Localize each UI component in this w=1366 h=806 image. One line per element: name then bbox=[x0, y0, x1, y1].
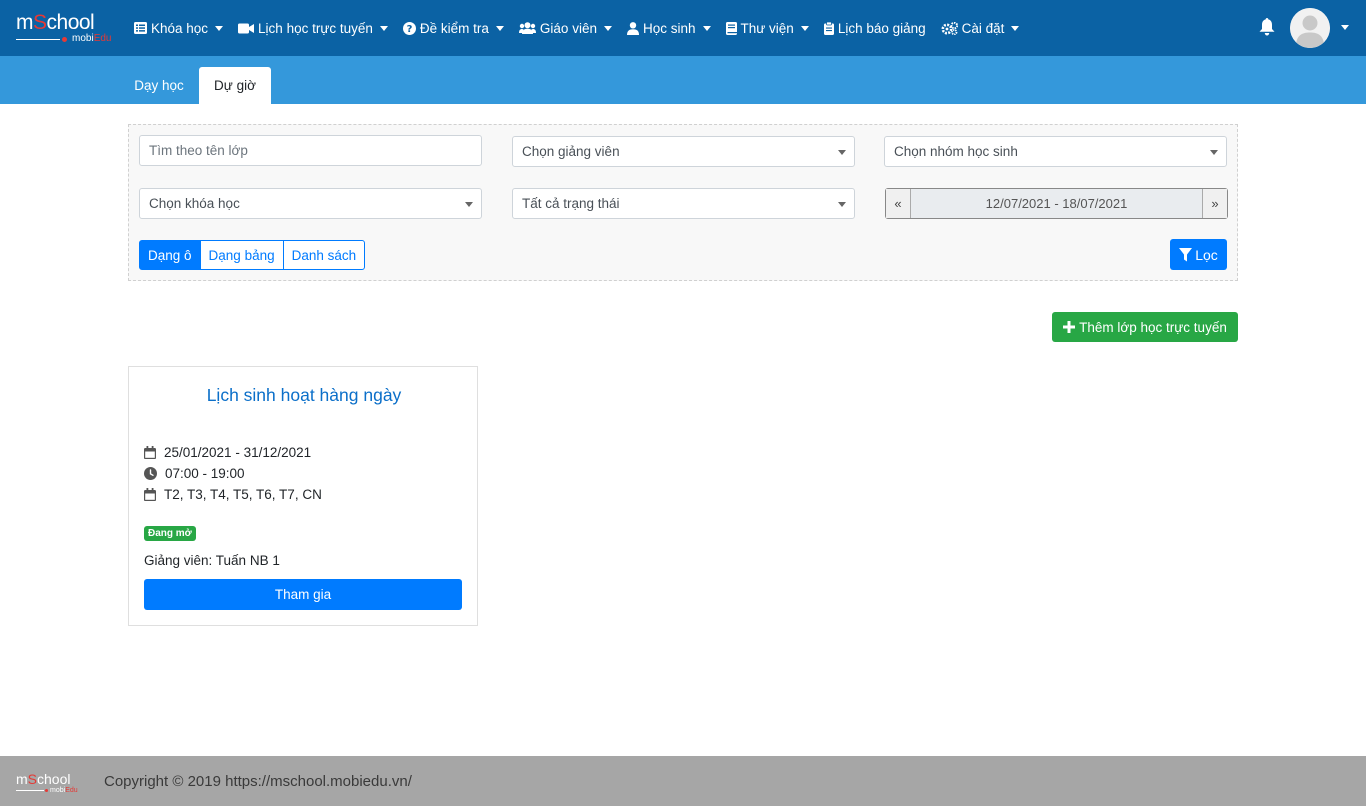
calendar-icon bbox=[144, 446, 156, 459]
chevron-down-icon bbox=[465, 202, 473, 207]
teacher-select[interactable]: Chọn giảng viên bbox=[512, 136, 855, 167]
list-icon bbox=[134, 22, 147, 34]
nav-lich-hoc-label: Lịch học trực tuyến bbox=[258, 20, 373, 36]
cogs-icon bbox=[941, 21, 958, 35]
class-card: Lịch sinh hoạt hàng ngày 25/01/2021 - 31… bbox=[128, 366, 478, 626]
nav-thu-vien[interactable]: Thư viện bbox=[725, 20, 809, 36]
clipboard-icon bbox=[823, 21, 834, 35]
join-button[interactable]: Tham gia bbox=[144, 579, 462, 610]
view-table-button[interactable]: Dạng bảng bbox=[199, 240, 284, 270]
question-circle-icon: ? bbox=[402, 21, 416, 35]
logo-sub-mobi: mobi bbox=[72, 33, 94, 44]
chevron-down-icon bbox=[603, 25, 612, 31]
nav-thu-vien-label: Thư viện bbox=[740, 20, 794, 36]
clock-icon bbox=[144, 467, 157, 480]
nav-cai-dat[interactable]: Cài đặt bbox=[941, 21, 1020, 36]
nav-lich-bao-giang-label: Lịch báo giảng bbox=[837, 20, 926, 36]
copyright-text: Copyright © 2019 https://mschool.mobiedu… bbox=[104, 773, 412, 790]
student-group-select[interactable]: Chọn nhóm học sinh bbox=[884, 136, 1227, 167]
nav-de-kiem-tra[interactable]: ? Đề kiểm tra bbox=[402, 20, 504, 36]
main-nav: Khóa học Lịch học trực tuyến ? Đề kiểm t… bbox=[134, 0, 1034, 56]
status-select[interactable]: Tất cả trạng thái bbox=[512, 188, 855, 219]
course-select[interactable]: Chọn khóa học bbox=[139, 188, 482, 219]
logo-sub-edu: Edu bbox=[93, 33, 112, 44]
chevron-down-icon bbox=[838, 150, 846, 155]
users-icon bbox=[518, 22, 536, 34]
logo-s: S bbox=[33, 11, 47, 34]
user-icon bbox=[626, 21, 639, 35]
date-range-value[interactable]: 12/07/2021 - 18/07/2021 bbox=[911, 189, 1202, 218]
class-date-range: 25/01/2021 - 31/12/2021 bbox=[164, 445, 312, 460]
footer-logo: mSchool mobiEdu bbox=[16, 771, 80, 794]
tab-du-gio[interactable]: Dự giờ bbox=[199, 67, 271, 104]
tab-day-hoc[interactable]: Dạy học bbox=[122, 67, 196, 104]
footer: mSchool mobiEdu Copyright © 2019 https:/… bbox=[0, 756, 1366, 806]
logo-m: m bbox=[16, 11, 34, 34]
filter-panel: Tìm theo tên lớp Chọn giảng viên Chọn nh… bbox=[128, 124, 1238, 281]
class-time-row: 07:00 - 19:00 bbox=[144, 466, 245, 481]
class-teacher: Giảng viên: Tuấn NB 1 bbox=[144, 553, 280, 568]
footer-logo-m: m bbox=[16, 771, 28, 787]
class-time: 07:00 - 19:00 bbox=[165, 466, 245, 481]
date-range-picker: « 12/07/2021 - 18/07/2021 » bbox=[885, 188, 1228, 219]
chevron-down-icon bbox=[379, 25, 388, 31]
class-search-input[interactable]: Tìm theo tên lớp bbox=[139, 135, 482, 166]
chevron-down-icon bbox=[1011, 25, 1020, 31]
nav-khoa-hoc[interactable]: Khóa học bbox=[134, 20, 224, 36]
status-badge: Đang mở bbox=[144, 526, 196, 541]
footer-logo-sub-edu: Edu bbox=[65, 787, 78, 794]
nav-de-kiem-tra-label: Đề kiểm tra bbox=[419, 20, 489, 36]
class-date-range-row: 25/01/2021 - 31/12/2021 bbox=[144, 445, 311, 460]
mschool-logo[interactable]: mSchool mobiEdu bbox=[16, 12, 112, 44]
filter-button[interactable]: Lọc bbox=[1170, 239, 1227, 270]
nav-giao-vien-label: Giáo viên bbox=[539, 20, 597, 36]
chevron-down-icon bbox=[1210, 150, 1218, 155]
add-online-class-label: Thêm lớp học trực tuyến bbox=[1079, 319, 1227, 335]
avatar[interactable] bbox=[1290, 8, 1330, 48]
logo-rest: chool bbox=[46, 11, 95, 34]
bell-icon[interactable] bbox=[1259, 18, 1275, 36]
filter-button-label: Lọc bbox=[1195, 246, 1218, 263]
chevron-down-icon[interactable] bbox=[1341, 25, 1349, 30]
class-card-title[interactable]: Lịch sinh hoạt hàng ngày bbox=[129, 385, 479, 406]
footer-logo-s: S bbox=[27, 771, 38, 787]
nav-cai-dat-label: Cài đặt bbox=[961, 20, 1005, 36]
class-days-row: T2, T3, T4, T5, T6, T7, CN bbox=[144, 487, 322, 502]
add-online-class-button[interactable]: Thêm lớp học trực tuyến bbox=[1052, 312, 1238, 342]
status-select-value: Tất cả trạng thái bbox=[522, 196, 620, 211]
calendar-icon bbox=[144, 488, 156, 501]
nav-hoc-sinh[interactable]: Học sinh bbox=[626, 20, 711, 36]
date-next-button[interactable]: » bbox=[1202, 189, 1227, 218]
top-navbar: mSchool mobiEdu Khóa học Lịch học trực t… bbox=[0, 0, 1366, 56]
svg-text:?: ? bbox=[406, 24, 412, 35]
filter-icon bbox=[1179, 247, 1193, 261]
teacher-select-value: Chọn giảng viên bbox=[522, 144, 620, 159]
class-search-placeholder: Tìm theo tên lớp bbox=[149, 143, 248, 158]
nav-lich-bao-giang[interactable]: Lịch báo giảng bbox=[823, 20, 926, 36]
chevron-down-icon bbox=[702, 25, 711, 31]
nav-hoc-sinh-label: Học sinh bbox=[642, 20, 696, 36]
student-group-select-value: Chọn nhóm học sinh bbox=[894, 144, 1018, 159]
chevron-down-icon bbox=[215, 25, 224, 31]
footer-logo-rest: chool bbox=[37, 771, 71, 787]
view-list-button[interactable]: Danh sách bbox=[282, 240, 366, 270]
video-icon bbox=[238, 23, 255, 33]
chevron-down-icon bbox=[495, 25, 504, 31]
plus-icon bbox=[1063, 321, 1076, 333]
class-days: T2, T3, T4, T5, T6, T7, CN bbox=[164, 487, 322, 502]
book-icon bbox=[725, 21, 737, 35]
chevron-down-icon bbox=[838, 202, 846, 207]
date-prev-button[interactable]: « bbox=[886, 189, 911, 218]
tab-strip: Dạy học Dự giờ bbox=[0, 56, 1366, 104]
view-grid-button[interactable]: Dạng ô bbox=[139, 240, 201, 270]
nav-giao-vien[interactable]: Giáo viên bbox=[518, 20, 612, 36]
user-avatar-icon bbox=[1290, 8, 1330, 48]
nav-lich-hoc-truc-tuyen[interactable]: Lịch học trực tuyến bbox=[238, 21, 388, 36]
footer-logo-sub-mobi: mobi bbox=[50, 787, 66, 794]
view-mode-group: Dạng ô Dạng bảng Danh sách bbox=[139, 240, 366, 270]
chevron-down-icon bbox=[800, 25, 809, 31]
course-select-value: Chọn khóa học bbox=[149, 196, 240, 211]
nav-khoa-hoc-label: Khóa học bbox=[151, 20, 209, 36]
